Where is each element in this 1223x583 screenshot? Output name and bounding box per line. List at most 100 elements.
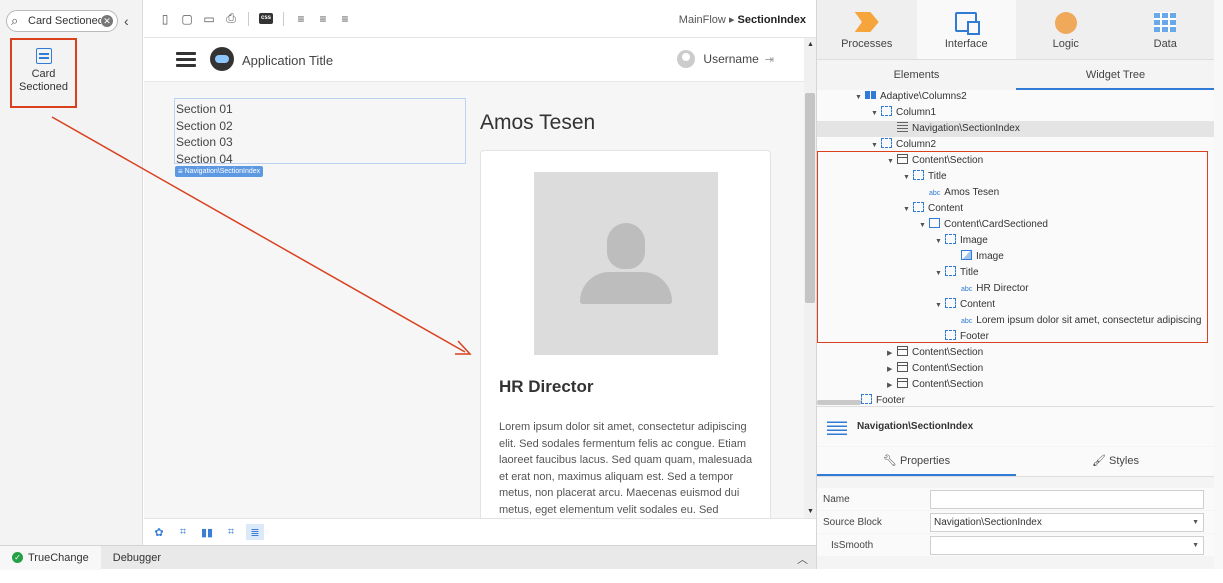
collapse-icon[interactable]: ▶ [887, 346, 897, 362]
tab-logic[interactable]: Logic [1016, 0, 1116, 59]
tree-node[interactable]: Navigation\SectionIndex [817, 121, 1215, 137]
tab-elements[interactable]: Elements [817, 61, 1016, 90]
clear-search-icon[interactable]: ✕ [101, 15, 113, 27]
section-index-item[interactable]: Section 02 [176, 118, 465, 135]
tree-node[interactable]: ▼ Column1 [817, 105, 1215, 121]
scrollbar-thumb[interactable] [805, 93, 815, 303]
tree-node[interactable]: ▶ Content\Section [817, 361, 1215, 377]
design-canvas[interactable]: Application Title Username ⇥ Section 01 … [144, 38, 804, 518]
css-icon: css [259, 13, 273, 24]
prop-label: IsSmooth [831, 539, 874, 551]
canvas-vertical-scrollbar[interactable]: ▲ ▼ [804, 38, 816, 518]
collapse-panel-icon[interactable]: ‹ [124, 13, 129, 29]
processes-icon [854, 12, 879, 32]
chevron-down-icon: ▼ [1192, 518, 1199, 526]
tab-styles[interactable]: 🖌︎ Styles [1016, 447, 1215, 476]
tab-properties[interactable]: 🔧︎ Properties [817, 447, 1016, 476]
tab-processes[interactable]: Processes [817, 0, 917, 59]
expand-panel-icon[interactable]: ︿ [797, 551, 808, 567]
widget-label-line2: Sectioned [19, 81, 68, 93]
tree-node[interactable]: ▶ Content\Section [817, 345, 1215, 361]
tree-node[interactable]: Footer [817, 393, 1215, 406]
properties-header: Navigation\SectionIndex [817, 406, 1215, 446]
desktop-preview-icon[interactable]: ▭ [198, 8, 220, 30]
tree-horizontal-scrollbar[interactable] [817, 400, 861, 405]
align-right-icon[interactable]: ≡ [334, 8, 356, 30]
print-preview-icon[interactable]: ⎙ [220, 8, 242, 30]
section-index-item[interactable]: Section 01 [176, 101, 465, 118]
css-button[interactable]: css [255, 8, 277, 30]
tab-label: Properties [899, 455, 951, 467]
widget-label-line1: Card [31, 68, 56, 80]
section-index-item[interactable]: Section 03 [176, 134, 465, 151]
tree-node[interactable]: ▼ Adaptive\Columns2 [817, 90, 1215, 105]
collapse-icon[interactable]: ▶ [887, 378, 897, 394]
tree-node-label: Content\Section [912, 347, 984, 358]
scroll-up-icon[interactable]: ▲ [807, 41, 814, 48]
list-icon[interactable]: ≣ [246, 524, 264, 540]
breadcrumb-flow[interactable]: MainFlow [679, 14, 726, 26]
widget-toolbox: ⌕ Card Sectioned ✕ ‹ Card Sectioned [0, 0, 143, 545]
wrench-icon: 🔧︎ [882, 455, 900, 467]
tab-data[interactable]: Data [1116, 0, 1216, 59]
tree-node-label: Column2 [896, 139, 937, 150]
data-icon [1154, 12, 1177, 32]
breadcrumb-screen: SectionIndex [737, 14, 806, 26]
tablet-preview-icon[interactable]: ▢ [176, 8, 198, 30]
right-panel: Processes Interface Logic Data Elements … [816, 0, 1216, 569]
source-block-select[interactable]: Navigation\SectionIndex ▼ [930, 512, 1204, 532]
annotation-highlight-box [817, 151, 1208, 343]
tree-node[interactable]: ▶ Content\Section [817, 377, 1215, 393]
section-title[interactable]: Amos Tesen [480, 111, 595, 135]
avatar [677, 50, 696, 68]
prop-row-issmooth: IsSmooth ▼ [817, 534, 1215, 556]
align-center-icon[interactable]: ≡ [312, 8, 334, 30]
screen-icon[interactable]: ✿ [150, 524, 168, 540]
tree-node-label: Navigation\SectionIndex [912, 123, 1020, 134]
card-image-placeholder[interactable] [534, 172, 718, 355]
card-sectioned-widget[interactable]: Card Sectioned [10, 38, 77, 108]
tab-interface[interactable]: Interface [916, 0, 1016, 59]
selected-widget-name: Navigation\SectionIndex [857, 421, 974, 432]
hamburger-menu-icon[interactable] [176, 52, 196, 67]
canvas-bottom-toolbar: ✿ ⌗ ▮▮ ⌗ ≣ [144, 518, 816, 545]
section-index-item[interactable]: Section 04 [176, 151, 465, 168]
debugger-tab[interactable]: Debugger [101, 546, 173, 570]
tab-label: Styles [1109, 455, 1139, 467]
right-panel-scrollbar[interactable] [1214, 0, 1223, 569]
card-text[interactable]: Lorem ipsum dolor sit amet, consectetur … [499, 419, 754, 518]
logic-icon [1054, 12, 1077, 34]
placeholder-icon[interactable]: ⌗ [222, 524, 240, 540]
prop-label: Name [823, 493, 850, 505]
expand-icon[interactable]: ▼ [855, 90, 865, 106]
app-logo [210, 47, 234, 71]
collapse-icon[interactable]: ▶ [887, 362, 897, 378]
columns-icon[interactable]: ▮▮ [198, 524, 216, 540]
brush-icon: 🖌︎ [1092, 455, 1110, 467]
card-sectioned[interactable]: HR Director Lorem ipsum dolor sit amet, … [480, 150, 771, 518]
align-left-icon[interactable]: ≡ [290, 8, 312, 30]
name-field[interactable] [930, 489, 1204, 509]
prop-row-name: Name [817, 488, 1215, 510]
widget-search-input[interactable]: ⌕ Card Sectioned ✕ [6, 10, 118, 32]
sub-tabs: Elements Widget Tree [817, 61, 1215, 90]
scroll-down-icon[interactable]: ▼ [807, 508, 814, 515]
app-window: ⌕ Card Sectioned ✕ ‹ Card Sectioned ▯ ▢ … [0, 0, 1223, 583]
tab-label: Data [1153, 38, 1177, 50]
issmooth-select[interactable]: ▼ [930, 535, 1204, 555]
phone-preview-icon[interactable]: ▯ [154, 8, 176, 30]
prop-label: Source Block [823, 516, 882, 528]
logout-icon[interactable]: ⇥ [765, 53, 774, 66]
card-title[interactable]: HR Director [499, 377, 593, 397]
tab-widget-tree[interactable]: Widget Tree [1016, 61, 1215, 90]
placeholder-icon[interactable]: ⌗ [174, 524, 192, 540]
expand-icon[interactable]: ▼ [871, 106, 881, 122]
search-value: Card Sectioned [28, 15, 101, 27]
truechange-tab[interactable]: ✓ TrueChange [0, 545, 101, 570]
section-index-widget[interactable]: Section 01 Section 02 Section 03 Section… [174, 98, 466, 166]
debugger-label: Debugger [112, 551, 162, 564]
tab-label: Logic [1052, 38, 1079, 50]
person-icon [607, 223, 645, 269]
user-info[interactable]: Username ⇥ [677, 50, 774, 68]
prop-row-source-block: Source Block Navigation\SectionIndex ▼ [817, 511, 1215, 533]
